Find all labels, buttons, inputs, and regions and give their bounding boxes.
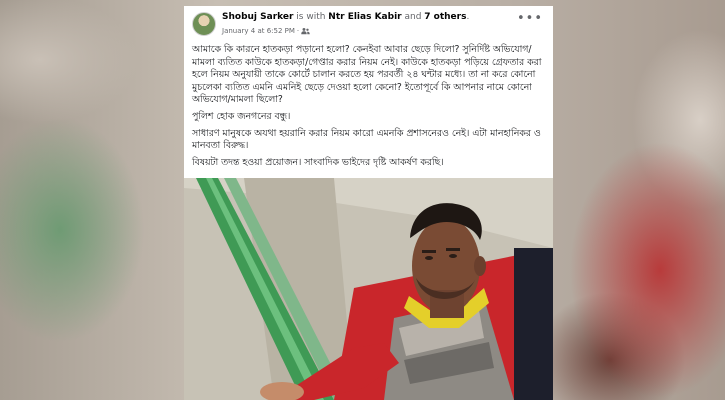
friends-icon[interactable] — [301, 27, 310, 35]
selfie-photo — [184, 178, 553, 400]
meta-separator: · — [296, 27, 300, 35]
others-link[interactable]: 7 others — [424, 12, 466, 22]
and-text: and — [401, 12, 425, 22]
period-text: . — [466, 12, 470, 22]
post-paragraph: পুলিশ হোক জনগনের বন্ধু। — [192, 110, 291, 122]
post-paragraph: বিষয়টা তদন্ত হওয়া প্রয়োজন। সাংবাদিক ভ… — [192, 156, 444, 168]
author-line: Shobuj Sarker is with Ntr Elias Kabir an… — [222, 12, 469, 22]
more-options-icon[interactable]: ••• — [517, 12, 543, 25]
post-photo[interactable] — [184, 178, 553, 400]
post-body: আমাকে কি কারনে হাতকড়া পড়ানো হলো? কেনইব… — [192, 44, 547, 173]
author-avatar[interactable] — [192, 12, 216, 36]
facebook-post-card: Shobuj Sarker is with Ntr Elias Kabir an… — [184, 6, 553, 400]
post-paragraph: আমাকে কি কারনে হাতকড়া পড়ানো হলো? কেনইব… — [192, 44, 542, 106]
post-header: Shobuj Sarker is with Ntr Elias Kabir an… — [184, 6, 553, 42]
tagged-user[interactable]: Ntr Elias Kabir — [328, 12, 401, 22]
post-timestamp[interactable]: January 4 at 6:52 PM — [222, 27, 295, 35]
with-text: is with — [293, 12, 329, 22]
author-name[interactable]: Shobuj Sarker — [222, 12, 293, 22]
post-paragraph: সাধারণ মানুষকে অযথা হয়রানি করার নিয়ম ক… — [192, 127, 541, 152]
post-meta: January 4 at 6:52 PM · — [222, 27, 310, 35]
